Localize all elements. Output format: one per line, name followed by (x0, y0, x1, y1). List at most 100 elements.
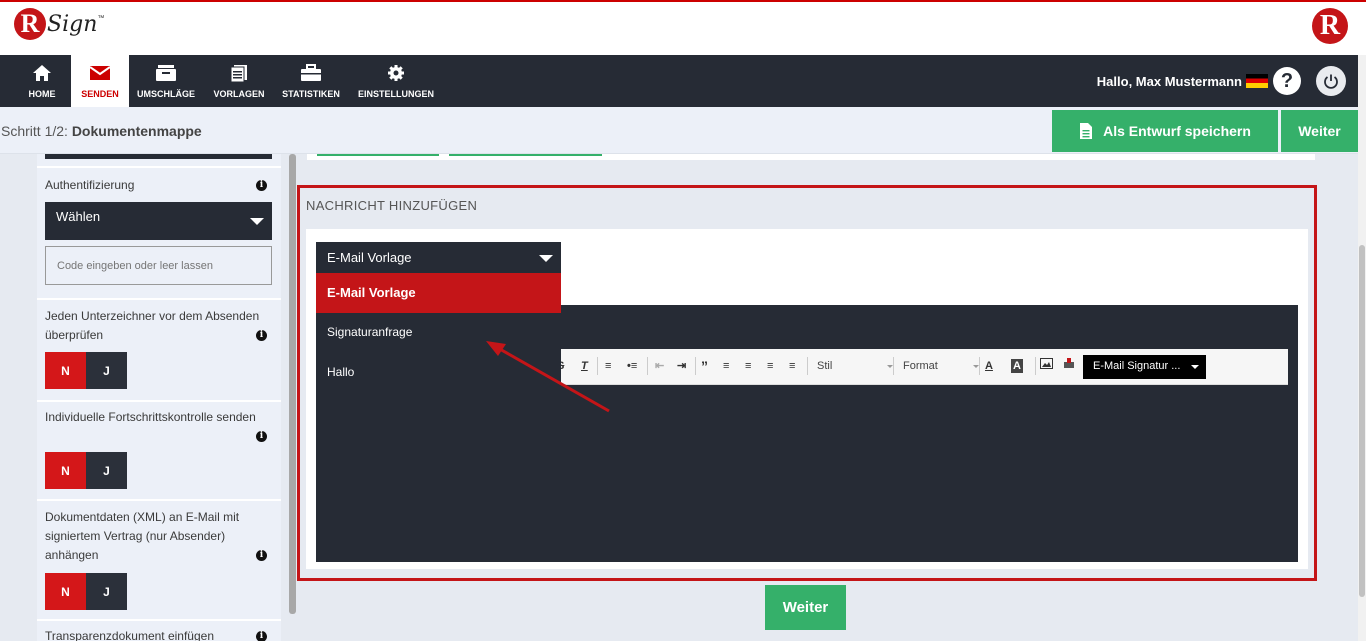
sidebar-scrollbar[interactable] (289, 154, 296, 614)
align-right-icon[interactable]: ≡ (767, 357, 773, 375)
authentication-label: Authentifizierung (45, 178, 135, 192)
next-button-top[interactable]: Weiter (1281, 110, 1358, 152)
step-prefix: Schritt 1/2: (1, 123, 68, 139)
blockquote-icon[interactable]: ” (701, 357, 708, 375)
toggle-no-button[interactable]: N (45, 452, 86, 489)
user-greeting: Hallo, Max Mustermann (1096, 73, 1242, 89)
home-icon (33, 65, 51, 81)
next-button-bottom[interactable]: Weiter (765, 585, 846, 630)
toggle-yes-button[interactable]: J (86, 452, 127, 489)
xml-data-label-line2: signiertem Vertrag (nur Absender) (45, 529, 226, 543)
background-color-icon[interactable]: A (1011, 359, 1023, 373)
info-icon[interactable]: i (256, 550, 267, 561)
xml-data-label-line1: Dokumentdaten (XML) an E-Mail mit (45, 510, 240, 524)
page-scrollbar-thumb[interactable] (1359, 245, 1365, 597)
justify-icon[interactable]: ≡ (789, 357, 795, 375)
nav-einstellungen-label: EINSTELLUNGEN (357, 89, 434, 99)
progress-control-toggle[interactable]: N J (45, 452, 127, 489)
email-signature-dropdown[interactable]: E-Mail Signatur ... (1083, 355, 1206, 379)
chevron-down-icon (539, 255, 553, 262)
nav-einstellungen[interactable]: EINSTELLUNGEN (355, 55, 437, 107)
authentication-select-value: Wählen (56, 209, 101, 224)
divider (37, 499, 281, 501)
nav-umschlaege-label: UMSCHLÄGE (137, 89, 195, 99)
info-icon[interactable]: i (256, 180, 267, 191)
divider (37, 298, 281, 300)
envelope-icon (89, 66, 111, 80)
review-signers-toggle[interactable]: N J (45, 352, 127, 389)
toggle-no-button[interactable]: N (45, 573, 86, 610)
xml-data-label-line3: anhängen (45, 548, 99, 562)
help-button[interactable]: ? (1273, 67, 1301, 95)
step-header: Schritt 1/2: Dokumentenmappe Als Entwurf… (0, 107, 1358, 154)
step-title: Dokumentenmappe (71, 123, 202, 139)
signature-stamp-icon[interactable] (1063, 357, 1075, 375)
rsign-logo[interactable]: R Sign ™ (14, 8, 104, 40)
logo-text: Sign (47, 11, 98, 37)
page-scrollbar[interactable] (1358, 55, 1366, 641)
toolbar-separator (647, 357, 648, 375)
info-icon[interactable]: i (256, 330, 267, 341)
power-icon (1324, 74, 1338, 89)
user-area: Hallo, Max Mustermann ? (1097, 55, 1358, 107)
email-template-select[interactable]: E-Mail Vorlage (316, 242, 561, 273)
transparency-label: Transparenzdokument einfügen (45, 629, 214, 641)
logout-button[interactable] (1316, 66, 1346, 96)
toggle-yes-button[interactable]: J (86, 352, 127, 389)
align-left-icon[interactable]: ≡ (723, 357, 729, 375)
authentication-code-input[interactable] (45, 246, 272, 285)
info-icon[interactable]: i (256, 631, 267, 641)
option-email-vorlage[interactable]: E-Mail Vorlage (316, 273, 561, 313)
nav-statistiken-label: STATISTIKEN (282, 89, 340, 99)
briefcase-icon (301, 64, 321, 81)
nav-vorlagen-label: VORLAGEN (213, 89, 265, 99)
outdent-icon[interactable]: ⇤ (655, 357, 664, 375)
nav-home[interactable]: HOME (18, 55, 66, 107)
german-flag-icon[interactable] (1246, 74, 1268, 88)
authentication-select[interactable]: Wählen (45, 202, 272, 240)
nav-umschlaege[interactable]: UMSCHLÄGE (134, 55, 198, 107)
dropdown-arrow-icon (1191, 365, 1199, 369)
xml-data-label: Dokumentdaten (XML) an E-Mail mit signie… (45, 508, 239, 565)
nav-statistiken[interactable]: STATISTIKEN (280, 55, 342, 107)
nav-senden[interactable]: SENDEN (71, 55, 129, 107)
align-center-icon[interactable]: ≡ (745, 357, 751, 375)
review-signers-label-line1: Jeden Unterzeichner vor dem Absenden (45, 309, 260, 323)
save-draft-button[interactable]: Als Entwurf speichern (1052, 110, 1278, 152)
main-navigation: HOME SENDEN UMSCHLÄGE VORLAGEN STATISTIK… (0, 55, 1358, 107)
toolbar-separator (1035, 357, 1036, 375)
previous-button-edge (317, 154, 439, 156)
stamp-icon-graphic (1064, 358, 1074, 368)
logo-trademark: ™ (97, 14, 105, 22)
documents-icon (230, 65, 247, 82)
previous-select-remnant (45, 154, 272, 159)
rsign-logo-right: R (1312, 8, 1348, 44)
toolbar-separator (893, 357, 894, 375)
toolbar-separator (807, 357, 808, 375)
nav-senden-label: SENDEN (81, 89, 119, 99)
format-dropdown-label: Format (903, 360, 938, 372)
style-dropdown[interactable]: Stil (817, 357, 893, 375)
bullet-list-icon[interactable]: •≡ (627, 357, 637, 375)
save-draft-label: Als Entwurf speichern (1103, 123, 1251, 139)
progress-control-label: Individuelle Fortschrittskontrolle sende… (45, 410, 256, 424)
annotation-arrow-icon (486, 341, 610, 413)
editor-toolbar: S T ≡ •≡ ⇤ ⇥ ” ≡ ≡ ≡ ≡ Stil (551, 349, 1288, 385)
toolbar-separator (979, 357, 980, 375)
info-icon[interactable]: i (256, 431, 267, 442)
previous-panel-edge (307, 154, 1315, 160)
toggle-no-button[interactable]: N (45, 352, 86, 389)
toggle-yes-button[interactable]: J (86, 573, 127, 610)
nav-vorlagen[interactable]: VORLAGEN (210, 55, 268, 107)
image-icon[interactable] (1040, 357, 1053, 375)
style-dropdown-label: Stil (817, 360, 833, 372)
text-color-icon[interactable]: A (985, 357, 993, 375)
email-template-select-value: E-Mail Vorlage (327, 250, 412, 265)
step-indicator: Schritt 1/2: Dokumentenmappe (1, 123, 202, 139)
divider (37, 400, 281, 402)
indent-icon[interactable]: ⇥ (677, 357, 686, 375)
xml-data-toggle[interactable]: N J (45, 573, 127, 610)
archive-box-icon (156, 65, 176, 81)
logo-mark: R (14, 8, 46, 40)
format-dropdown[interactable]: Format (903, 357, 979, 375)
